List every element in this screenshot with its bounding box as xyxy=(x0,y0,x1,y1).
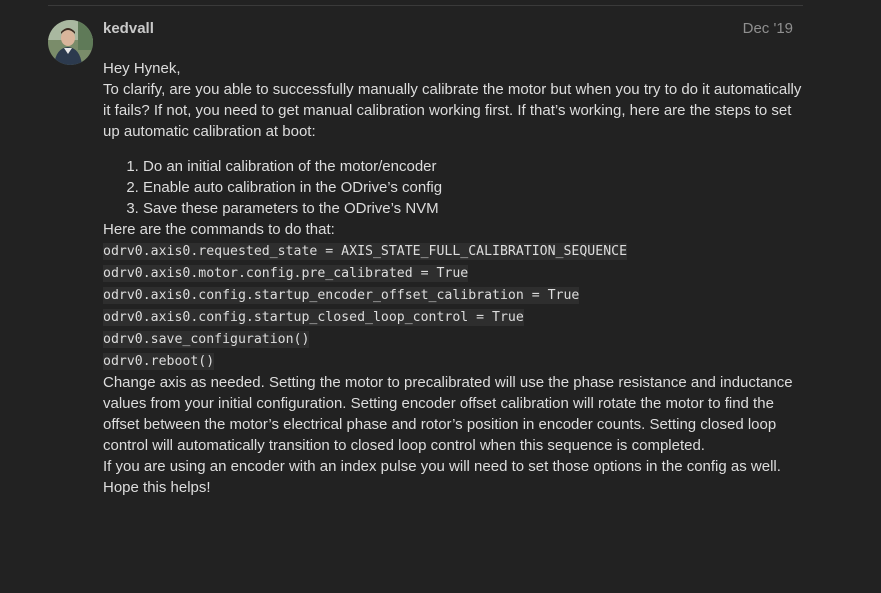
code-line: odrv0.axis0.motor.config.pre_calibrated … xyxy=(103,262,803,284)
post-greeting: Hey Hynek, xyxy=(103,60,181,77)
avatar-photo-icon xyxy=(48,20,93,65)
post-divider xyxy=(48,5,803,6)
code-line: odrv0.axis0.config.startup_encoder_offse… xyxy=(103,284,803,306)
code-text: odrv0.axis0.config.startup_closed_loop_c… xyxy=(103,309,524,326)
post-username[interactable]: kedvall xyxy=(103,20,154,38)
commands-intro: Here are the commands to do that: xyxy=(103,221,335,238)
code-line: odrv0.axis0.requested_state = AXIS_STATE… xyxy=(103,240,803,262)
code-block: odrv0.axis0.requested_state = AXIS_STATE… xyxy=(103,240,803,372)
avatar[interactable] xyxy=(48,20,93,65)
code-line: odrv0.reboot() xyxy=(103,350,803,372)
steps-list: Do an initial calibration of the motor/e… xyxy=(103,156,803,219)
code-text: odrv0.axis0.motor.config.pre_calibrated … xyxy=(103,265,469,282)
code-text: odrv0.axis0.config.startup_encoder_offse… xyxy=(103,287,580,304)
code-text: odrv0.reboot() xyxy=(103,353,215,370)
post-body: Hey Hynek, To clarify, are you able to s… xyxy=(103,58,803,498)
post-date[interactable]: Dec '19 xyxy=(743,20,793,38)
closing-paragraph: Hope this helps! xyxy=(103,479,211,496)
explanation-paragraph: Change axis as needed. Setting the motor… xyxy=(103,374,793,454)
index-note-paragraph: If you are using an encoder with an inde… xyxy=(103,458,781,475)
list-item: Do an initial calibration of the motor/e… xyxy=(143,156,803,177)
code-line: odrv0.save_configuration() xyxy=(103,328,803,350)
list-item: Save these parameters to the ODrive’s NV… xyxy=(143,198,803,219)
post-intro-paragraph: To clarify, are you able to successfully… xyxy=(103,81,802,140)
code-line: odrv0.axis0.config.startup_closed_loop_c… xyxy=(103,306,803,328)
code-text: odrv0.axis0.requested_state = AXIS_STATE… xyxy=(103,243,628,260)
code-text: odrv0.save_configuration() xyxy=(103,331,310,348)
list-item: Enable auto calibration in the ODrive’s … xyxy=(143,177,803,198)
